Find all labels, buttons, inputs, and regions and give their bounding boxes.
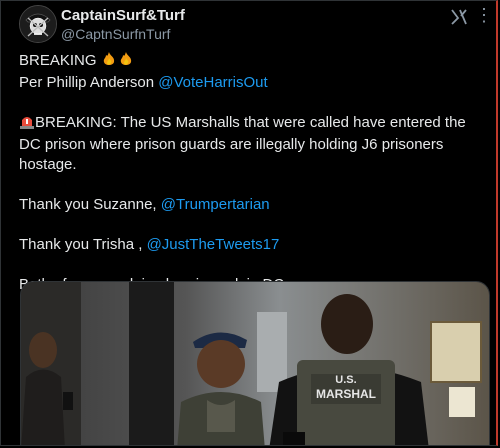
tweet-text: BREAKING Per Phillip Anderson @VoteHarri… bbox=[19, 51, 489, 295]
mention-trumpertarian[interactable]: @Trumpertarian bbox=[161, 196, 270, 213]
mention-voteharrisout[interactable]: @VoteHarrisOut bbox=[158, 74, 267, 91]
x-logo-icon bbox=[449, 7, 469, 27]
thanks-trisha-text: Thank you Trisha , bbox=[19, 236, 147, 253]
tweet-thanks-suzanne: Thank you Suzanne, @Trumpertarian bbox=[19, 195, 489, 215]
author-avatar[interactable] bbox=[19, 5, 57, 43]
per-text: Per Phillip Anderson bbox=[19, 74, 159, 91]
vest-label-line2: MARSHAL bbox=[316, 387, 376, 401]
tweet-card[interactable]: CaptainSurf&Turf @CaptnSurfnTurf ⋮ BREAK… bbox=[0, 0, 498, 446]
pirate-skull-avatar-icon bbox=[20, 6, 56, 42]
thanks-suzanne-text: Thank you Suzanne, bbox=[19, 196, 161, 213]
tweet-media-image[interactable]: U.S. MARSHAL bbox=[20, 281, 490, 445]
vest-label-line1: U.S. bbox=[335, 374, 356, 386]
mention-justthetweets17[interactable]: @JustTheTweets17 bbox=[147, 236, 280, 253]
tweet-paragraph-marshals: BREAKING: The US Marshalls that were cal… bbox=[19, 113, 489, 175]
siren-emoji-icon bbox=[19, 113, 35, 135]
author-handle[interactable]: @CaptnSurfnTurf bbox=[61, 26, 170, 42]
more-options-icon[interactable]: ⋮ bbox=[474, 5, 494, 25]
fire-emoji-icon bbox=[101, 51, 135, 73]
tweet-thanks-trisha: Thank you Trisha , @JustTheTweets17 bbox=[19, 235, 489, 255]
author-display-name[interactable]: CaptainSurf&Turf bbox=[61, 7, 185, 24]
tweet-line-per: Per Phillip Anderson @VoteHarrisOut bbox=[19, 73, 489, 93]
marshals-text: BREAKING: The US Marshalls that were cal… bbox=[19, 114, 466, 173]
media-photo: U.S. MARSHAL bbox=[21, 282, 489, 445]
tweet-line-breaking: BREAKING bbox=[19, 51, 489, 73]
breaking-text: BREAKING bbox=[19, 52, 97, 69]
